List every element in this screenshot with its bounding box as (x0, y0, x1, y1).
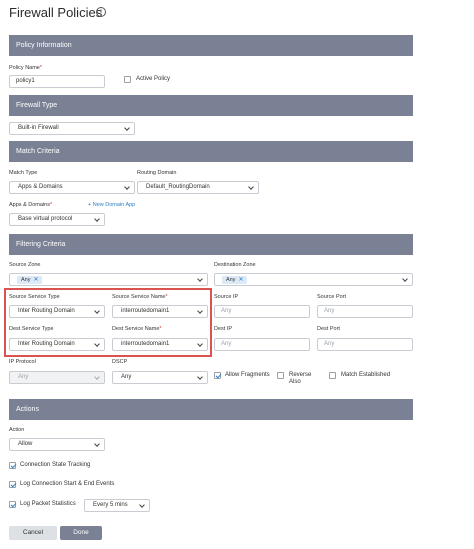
log-connection-events-checkbox[interactable] (9, 481, 16, 488)
policy-name-label: Policy Name* (9, 65, 43, 71)
dest-service-name-label: Dest Service Name* (112, 326, 162, 332)
active-policy-checkbox[interactable] (124, 76, 131, 83)
chevron-down-icon (197, 374, 203, 380)
allow-fragments-label: Allow Fragments (225, 372, 270, 378)
new-domain-app-link[interactable]: + New Domain App (88, 202, 135, 208)
chevron-down-icon (124, 125, 130, 131)
log-connection-events-label: Log Connection Start & End Events (20, 481, 115, 487)
match-type-select[interactable]: Apps & Domains (9, 181, 135, 194)
chevron-down-icon (402, 276, 408, 282)
section-actions: Actions (9, 399, 413, 420)
chevron-down-icon (197, 308, 203, 314)
ip-protocol-label: IP Protocol (9, 359, 36, 365)
dest-service-type-select[interactable]: Inter Routing Domain (9, 338, 105, 351)
close-icon[interactable]: ✕ (238, 277, 243, 283)
chevron-down-icon (197, 341, 203, 347)
allow-fragments-checkbox[interactable] (214, 372, 221, 379)
source-port-label: Source Port (317, 294, 347, 300)
page-title: Firewall Policies (9, 5, 103, 20)
apps-domains-label: Apps & Domains* (9, 202, 53, 208)
source-zone-select[interactable]: Any ✕ (9, 273, 208, 286)
section-firewall-type: Firewall Type (9, 95, 413, 116)
cancel-button[interactable]: Cancel (9, 526, 57, 540)
dscp-label: DSCP (112, 359, 128, 365)
dscp-select[interactable]: Any (112, 371, 208, 384)
match-established-label: Match Established (341, 372, 391, 378)
dest-port-input[interactable]: Any (317, 338, 413, 351)
active-policy-label: Active Policy (136, 76, 171, 82)
section-policy-information: Policy Information (9, 35, 413, 56)
chevron-down-icon (94, 441, 100, 447)
chevron-down-icon (94, 341, 100, 347)
source-service-name-label: Source Service Name* (112, 294, 168, 300)
policy-name-input[interactable]: policy1 (9, 75, 105, 88)
source-zone-chip: Any ✕ (17, 276, 42, 284)
destination-zone-label: Destination Zone (214, 262, 256, 268)
dest-port-label: Dest Port (317, 326, 340, 332)
destination-zone-select[interactable]: Any ✕ (214, 273, 413, 286)
source-service-type-select[interactable]: Inter Routing Domain (9, 305, 105, 318)
routing-domain-label: Routing Domain (137, 170, 177, 176)
source-service-type-label: Source Service Type (9, 294, 60, 300)
info-icon[interactable]: i (96, 7, 106, 17)
firewall-type-select[interactable]: Built-in Firewall (9, 122, 135, 135)
log-packet-statistics-label: Log Packet Statistics (20, 501, 76, 507)
chevron-down-icon (197, 276, 203, 282)
ip-protocol-select: Any (9, 371, 105, 384)
section-filtering-criteria: Filtering Criteria (9, 234, 413, 255)
dest-ip-label: Dest IP (214, 326, 233, 332)
source-zone-label: Source Zone (9, 262, 41, 268)
connection-state-tracking-checkbox[interactable] (9, 462, 16, 469)
chevron-down-icon (139, 502, 145, 508)
source-ip-input[interactable]: Any (214, 305, 310, 318)
dest-ip-input[interactable]: Any (214, 338, 310, 351)
dest-service-type-label: Dest Service Type (9, 326, 54, 332)
source-port-input[interactable]: Any (317, 305, 413, 318)
done-button[interactable]: Done (60, 526, 102, 540)
routing-domain-select[interactable]: Default_RoutingDomain (137, 181, 259, 194)
source-ip-label: Source IP (214, 294, 239, 300)
chevron-down-icon (248, 184, 254, 190)
action-label: Action (9, 427, 25, 433)
source-service-name-select[interactable]: interroutedomain1 (112, 305, 208, 318)
match-type-label: Match Type (9, 170, 38, 176)
dest-service-name-select[interactable]: interroutedomain1 (112, 338, 208, 351)
log-packet-statistics-checkbox[interactable] (9, 501, 16, 508)
section-match-criteria: Match Criteria (9, 141, 413, 162)
chevron-down-icon (124, 184, 130, 190)
chevron-down-icon (94, 216, 100, 222)
close-icon[interactable]: ✕ (33, 277, 38, 283)
destination-zone-chip: Any ✕ (222, 276, 247, 284)
apps-domains-select[interactable]: Base virtual protocol (9, 213, 105, 226)
match-established-checkbox[interactable] (329, 372, 336, 379)
chevron-down-icon (94, 308, 100, 314)
reverse-also-checkbox[interactable] (277, 372, 284, 379)
action-select[interactable]: Allow (9, 438, 105, 451)
log-interval-select[interactable]: Every 5 mins (84, 499, 150, 512)
chevron-down-icon (94, 374, 100, 380)
reverse-also-label: Reverse Also (289, 372, 312, 385)
connection-state-tracking-label: Connection State Tracking (20, 462, 91, 468)
